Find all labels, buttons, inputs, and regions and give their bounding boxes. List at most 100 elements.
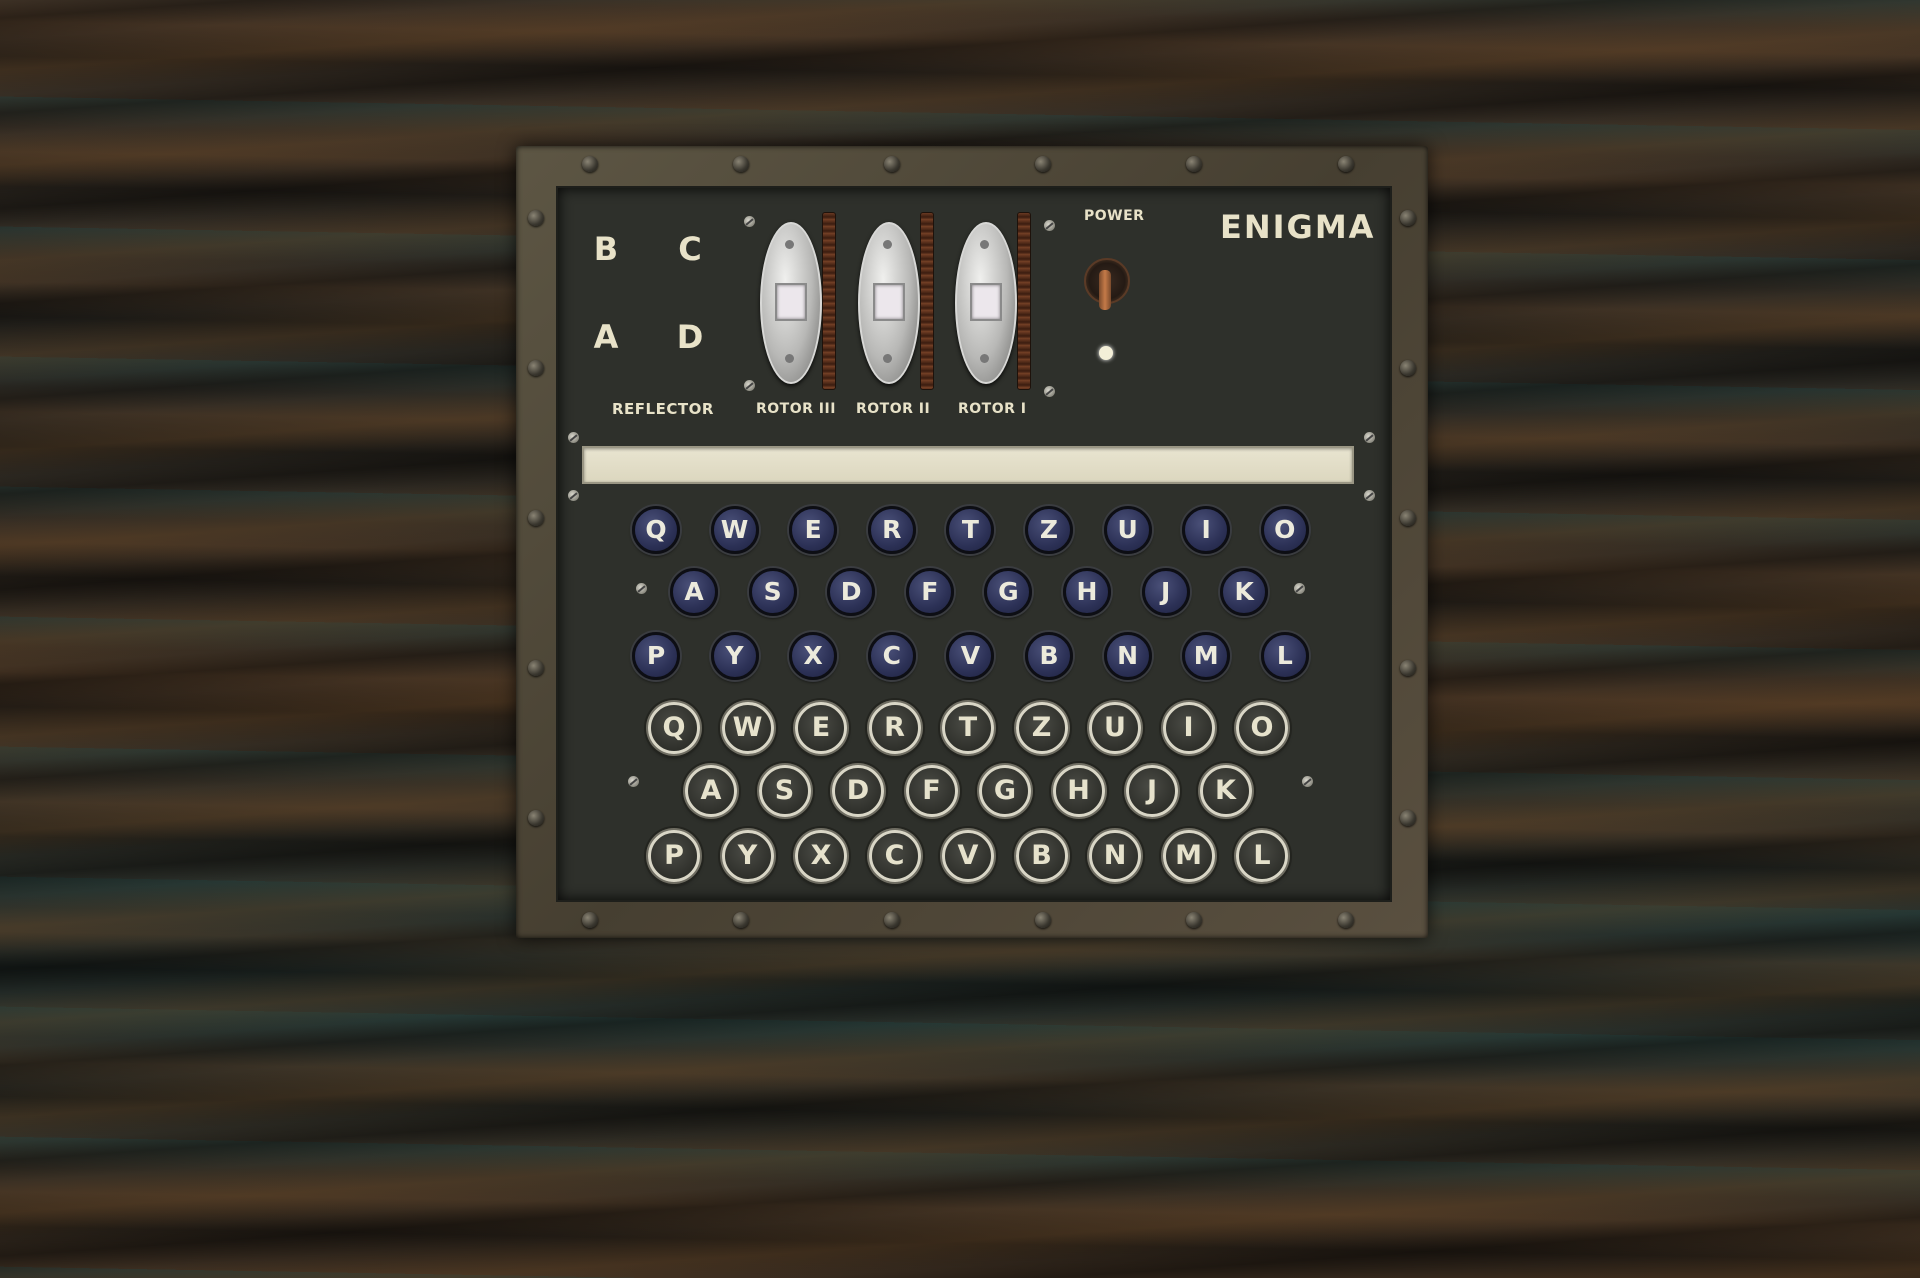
key-j[interactable]: J [1126,765,1178,817]
rivet-icon [1400,210,1416,226]
output-tape [582,446,1354,484]
lamp-h: H [1063,568,1111,616]
rivet-icon [1338,912,1354,928]
lamp-c: C [867,632,916,680]
screw-icon [1044,220,1055,231]
lamp-g: G [984,568,1033,616]
rotor-ii-label: ROTOR II [856,401,931,417]
screw-icon [744,216,755,227]
key-y[interactable]: Y [721,830,774,882]
key-l[interactable]: L [1236,830,1288,882]
screw-icon [744,380,755,391]
rivet-icon [1400,810,1416,826]
reflector-option-c[interactable]: C [670,230,710,268]
key-k[interactable]: K [1199,765,1252,817]
rotor-iii[interactable] [760,222,822,384]
key-u[interactable]: U [1089,702,1141,754]
key-q[interactable]: Q [648,702,700,754]
key-r[interactable]: R [868,702,921,754]
rivet-icon [528,210,544,226]
rivet-icon [582,912,598,928]
key-i[interactable]: I [1162,702,1215,754]
rotor-i-thumbwheel[interactable] [1017,212,1031,390]
key-s[interactable]: S [758,765,811,817]
lamp-r: R [867,506,916,554]
rivet-icon [733,156,749,172]
rotor-i[interactable] [955,222,1017,384]
app-title: ENIGMA [1220,208,1376,246]
reflector-option-d[interactable]: D [670,318,710,356]
rivet-icon [884,912,900,928]
screw-icon [883,354,892,363]
power-toggle-icon[interactable] [1084,258,1130,310]
screw-icon [568,490,579,501]
lamp-x: X [789,632,838,680]
lamp-y: Y [710,632,759,680]
screw-icon [980,240,989,249]
key-o[interactable]: O [1236,702,1288,754]
power-led-icon [1099,346,1113,360]
rotor-i-window [970,283,1002,321]
rotor-ii-thumbwheel[interactable] [920,212,934,390]
control-panel: B C A D REFLECTOR ROTOR III ROTOR II ROT… [556,186,1392,902]
rivet-icon [1338,156,1354,172]
lamp-k: K [1220,568,1269,616]
rotor-iii-window [775,283,807,321]
key-h[interactable]: H [1052,765,1105,817]
rivet-icon [528,360,544,376]
lamp-t: T [946,506,995,554]
key-t[interactable]: T [942,702,994,754]
screw-icon [1044,386,1055,397]
key-w[interactable]: W [721,702,774,754]
rivet-icon [1400,360,1416,376]
key-m[interactable]: M [1162,830,1215,882]
key-n[interactable]: N [1089,830,1141,882]
rivet-icon [1186,156,1202,172]
rivet-icon [528,660,544,676]
rivet-icon [884,156,900,172]
screw-icon [980,354,989,363]
lamp-n: N [1103,632,1152,680]
rivet-icon [1035,912,1051,928]
screw-icon [1302,776,1313,787]
reflector-option-b[interactable]: B [586,230,626,268]
screw-icon [1364,432,1375,443]
key-x[interactable]: X [795,830,847,882]
key-b[interactable]: B [1015,830,1068,882]
screw-icon [785,354,794,363]
lamp-d: D [827,568,876,616]
lamp-o: O [1260,506,1309,554]
rotor-ii[interactable] [858,222,920,384]
enigma-machine: B C A D REFLECTOR ROTOR III ROTOR II ROT… [516,146,1428,938]
rivet-icon [1400,510,1416,526]
reflector-option-a[interactable]: A [586,318,626,356]
screw-icon [568,432,579,443]
screw-icon [1294,583,1305,594]
lamp-u: U [1103,506,1152,554]
rotor-iii-label: ROTOR III [756,401,836,417]
key-e[interactable]: E [795,702,847,754]
key-f[interactable]: F [905,765,958,817]
screw-icon [636,583,647,594]
lamp-e: E [789,506,838,554]
rivet-icon [528,810,544,826]
key-g[interactable]: G [979,765,1031,817]
key-p[interactable]: P [648,830,700,882]
lamp-z: Z [1025,506,1073,554]
key-c[interactable]: C [868,830,921,882]
rotor-iii-thumbwheel[interactable] [822,212,836,390]
lamp-s: S [748,568,797,616]
key-a[interactable]: A [685,765,737,817]
power-lever[interactable] [1099,270,1111,310]
key-v[interactable]: V [942,830,994,882]
rivet-icon [582,156,598,172]
screw-icon [883,240,892,249]
screw-icon [1364,490,1375,501]
rotor-i-label: ROTOR I [958,401,1027,417]
rivet-icon [528,510,544,526]
lamp-b: B [1025,632,1073,680]
screw-icon [785,240,794,249]
rivet-icon [1400,660,1416,676]
key-d[interactable]: D [832,765,884,817]
key-z[interactable]: Z [1015,702,1068,754]
